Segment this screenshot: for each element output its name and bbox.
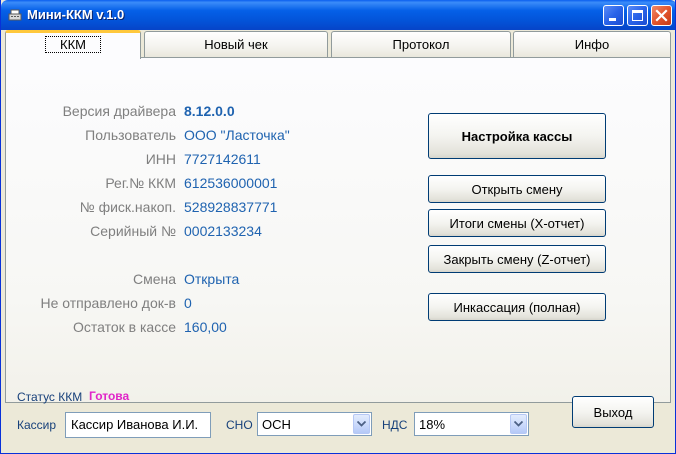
sno-select[interactable]: ОСН [257,412,372,436]
shift-value: Открыта [184,271,240,287]
tab-info-label: Инфо [574,37,610,52]
sno-select-value: ОСН [262,417,291,432]
user-label: Пользователь [85,127,176,143]
x-report-button[interactable]: Итоги смены (X-отчет) [428,209,606,237]
cash-balance-value: 160,00 [184,319,227,335]
cash-balance-label: Остаток в кассе [72,319,176,335]
cashier-input[interactable]: Кассир Иванова И.И. [65,412,211,438]
nds-select-value: 18% [419,417,446,432]
tab-new-receipt[interactable]: Новый чек [144,31,328,57]
reg-number-label: Рег.№ ККМ [105,175,176,191]
fiscal-number-label: № фиск.накоп. [79,199,176,215]
minimize-button[interactable] [603,5,624,26]
unsent-docs-label: Не отправлено док-в [40,295,177,311]
unsent-docs-value: 0 [184,295,192,311]
tab-info[interactable]: Инфо [513,31,671,57]
open-shift-button[interactable]: Открыть смену [428,175,606,203]
client-area: ККМ Новый чек Протокол Инфо Версия драйв… [4,30,673,451]
kkm-status-label: Статус ККМ [17,390,83,404]
close-icon [655,9,668,22]
tab-kkm-label: ККМ [45,36,101,53]
cash-collection-button[interactable]: Инкассация (полная) [428,293,606,321]
tab-new-receipt-label: Новый чек [204,37,268,52]
maximize-button[interactable] [627,5,648,26]
inn-label: ИНН [145,151,176,167]
reg-number-value: 612536000001 [184,175,278,191]
kkm-tab-panel: Версия драйвера 8.12.0.0 Пользователь ОО… [5,57,671,403]
nds-select[interactable]: 18% [414,412,529,436]
tab-protocol-label: Протокол [392,37,450,52]
chevron-down-icon [357,421,366,427]
user-value: ООО "Ласточка" [184,127,290,143]
maximize-icon [632,10,643,21]
serial-number-value: 0002133234 [184,223,262,239]
tab-kkm[interactable]: ККМ [5,30,141,59]
app-window: Мини-ККМ v.1.0 ККМ Новый чек Протокол Ин… [0,0,676,454]
z-report-button[interactable]: Закрыть смену (Z-отчет) [428,245,606,273]
cashier-label: Кассир [17,418,57,432]
tab-protocol[interactable]: Протокол [331,31,511,57]
kkm-settings-button[interactable]: Настройка кассы [428,113,606,159]
shift-label: Смена [132,271,176,287]
nds-label: НДС [382,418,408,432]
kkm-status-value: Готова [89,389,130,403]
cash-register-icon [7,7,23,23]
fiscal-number-value: 528928837771 [184,199,278,215]
driver-version-value: 8.12.0.0 [184,103,235,119]
chevron-down-icon [514,421,523,427]
exit-button[interactable]: Выход [572,396,654,428]
driver-version-label: Версия драйвера [62,103,176,119]
title-bar[interactable]: Мини-ККМ v.1.0 [1,0,675,30]
inn-value: 7727142611 [184,151,261,167]
serial-number-label: Серийный № [90,223,176,239]
nds-dropdown-button[interactable] [510,414,527,434]
close-button[interactable] [651,5,672,26]
sno-label: СНО [226,418,253,432]
window-title: Мини-ККМ v.1.0 [27,7,125,22]
minimize-icon [609,18,616,21]
sno-dropdown-button[interactable] [353,414,370,434]
